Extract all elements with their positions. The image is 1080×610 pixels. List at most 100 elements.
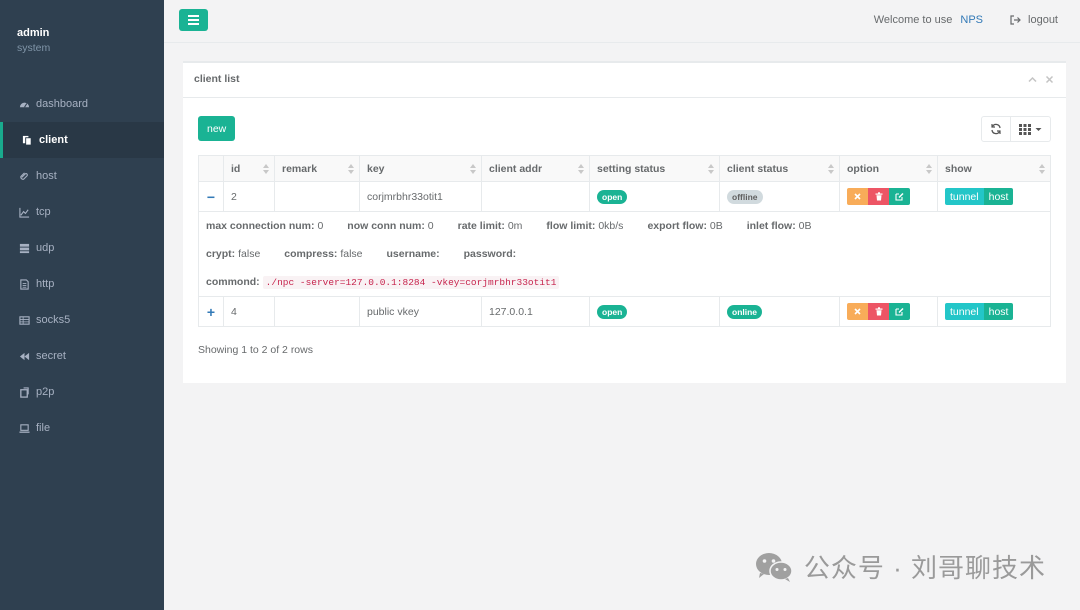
close-icon[interactable]: [1045, 75, 1054, 84]
cell-show: tunnel host: [937, 296, 1051, 327]
detail-value: 0m: [507, 220, 523, 232]
sidebar-item-label: http: [36, 278, 55, 290]
column-header-show[interactable]: show: [937, 155, 1051, 182]
detail-label: username:: [386, 248, 440, 260]
refresh-button[interactable]: [981, 116, 1011, 142]
host-button[interactable]: host: [983, 188, 1014, 205]
column-header-expand: [198, 155, 224, 182]
sidebar-item-tcp[interactable]: tcp: [0, 194, 164, 230]
column-header-remark[interactable]: remark: [274, 155, 360, 182]
detail-label: max connection num:: [206, 220, 315, 232]
detail-label: rate limit:: [457, 220, 505, 232]
table-header-row: id remark key client addr setting status…: [198, 155, 1051, 182]
row-toggle-cell: −: [198, 181, 224, 212]
detail-label: now conn num:: [347, 220, 425, 232]
command-code[interactable]: ./npc -server=127.0.0.1:8284 -vkey=corjm…: [262, 275, 560, 289]
column-header-id[interactable]: id: [223, 155, 275, 182]
collapse-row-icon[interactable]: −: [206, 189, 216, 205]
detail-label: export flow:: [647, 220, 707, 232]
stop-button[interactable]: [847, 303, 868, 320]
tunnel-button[interactable]: tunnel: [945, 188, 984, 205]
laptop-icon: [17, 423, 31, 434]
brand-link[interactable]: NPS: [960, 14, 983, 26]
edit-icon: [895, 192, 904, 201]
welcome-text: Welcome to use: [873, 14, 953, 26]
topbar: Welcome to use NPS logout: [164, 0, 1080, 43]
logout-link[interactable]: logout: [1010, 14, 1058, 26]
sidebar-item-socks5[interactable]: socks5: [0, 302, 164, 338]
user-name[interactable]: admin: [17, 27, 164, 39]
sidebar-item-client[interactable]: client: [0, 122, 164, 158]
detail-row: max connection num: 0 now conn num: 0 ra…: [198, 211, 1051, 297]
tunnel-button[interactable]: tunnel: [945, 303, 984, 320]
sidebar-item-label: client: [39, 134, 68, 146]
sidebar-item-label: udp: [36, 242, 55, 254]
expand-row-icon[interactable]: +: [206, 304, 216, 320]
welcome-message: Welcome to use NPS: [874, 14, 983, 26]
detail-value: 0B: [709, 220, 723, 232]
logout-label: logout: [1028, 14, 1058, 26]
delete-button[interactable]: [868, 188, 889, 205]
line-chart-icon: [17, 207, 31, 218]
caret-down-icon: [1035, 127, 1042, 131]
copy-icon: [20, 135, 34, 146]
cell-key: corjmrbhr33otit1: [359, 181, 482, 212]
cell-id: 4: [223, 296, 275, 327]
detail-label: flow limit:: [546, 220, 596, 232]
chevron-up-icon[interactable]: [1028, 75, 1037, 84]
cell-client-status: online: [719, 296, 840, 327]
panel-title: client list: [194, 73, 240, 85]
panel-tools: [1028, 75, 1054, 84]
cell-show: tunnel host: [937, 181, 1051, 212]
cell-client-addr: [481, 181, 590, 212]
profile: admin system: [0, 0, 164, 86]
column-header-client-addr[interactable]: client addr: [481, 155, 590, 182]
backward-icon: [17, 351, 31, 362]
sidebar: admin system dashboard client host tcp u…: [0, 0, 164, 610]
cell-client-addr: 127.0.0.1: [481, 296, 590, 327]
column-header-setting-status[interactable]: setting status: [589, 155, 720, 182]
edit-button[interactable]: [889, 188, 910, 205]
client-list-panel: client list new id remark key client add…: [183, 61, 1066, 383]
times-icon: [854, 193, 861, 200]
column-header-client-status[interactable]: client status: [719, 155, 840, 182]
sidebar-item-udp[interactable]: udp: [0, 230, 164, 266]
sidebar-item-p2p[interactable]: p2p: [0, 374, 164, 410]
sidebar-item-label: p2p: [36, 386, 55, 398]
refresh-icon: [991, 123, 1001, 135]
edit-icon: [895, 307, 904, 316]
sidebar-item-label: socks5: [36, 314, 71, 326]
column-header-option[interactable]: option: [839, 155, 938, 182]
detail-value: false: [238, 248, 261, 260]
status-badge: open: [597, 304, 628, 319]
stop-button[interactable]: [847, 188, 868, 205]
sidebar-item-http[interactable]: http: [0, 266, 164, 302]
detail-label: compress:: [284, 248, 338, 260]
sidebar-item-host[interactable]: host: [0, 158, 164, 194]
columns-dropdown-button[interactable]: [1011, 116, 1051, 142]
cell-id: 2: [223, 181, 275, 212]
user-role: system: [17, 42, 51, 54]
detail-label: commond:: [206, 276, 260, 288]
edit-button[interactable]: [889, 303, 910, 320]
sidebar-item-secret[interactable]: secret: [0, 338, 164, 374]
watermark: 公众号 · 刘哥聊技术: [754, 548, 1046, 585]
column-header-key[interactable]: key: [359, 155, 482, 182]
new-client-button[interactable]: new: [198, 116, 236, 141]
sidebar-item-dashboard[interactable]: dashboard: [0, 86, 164, 122]
table-toolbar: [981, 116, 1051, 142]
cell-option: [839, 181, 938, 212]
sign-out-icon: [1010, 15, 1021, 25]
delete-button[interactable]: [868, 303, 889, 320]
status-badge: online: [727, 304, 763, 319]
sidebar-item-file[interactable]: file: [0, 410, 164, 446]
detail-value: false: [340, 248, 363, 260]
wechat-icon: [755, 552, 793, 582]
hamburger-icon: [188, 15, 199, 25]
detail-value: 0kb/s: [598, 220, 624, 232]
cell-setting-status: open: [589, 181, 720, 212]
menu-toggle-button[interactable]: [179, 9, 208, 31]
host-button[interactable]: host: [983, 303, 1014, 320]
cell-remark: [274, 181, 360, 212]
tachometer-icon: [17, 99, 31, 110]
